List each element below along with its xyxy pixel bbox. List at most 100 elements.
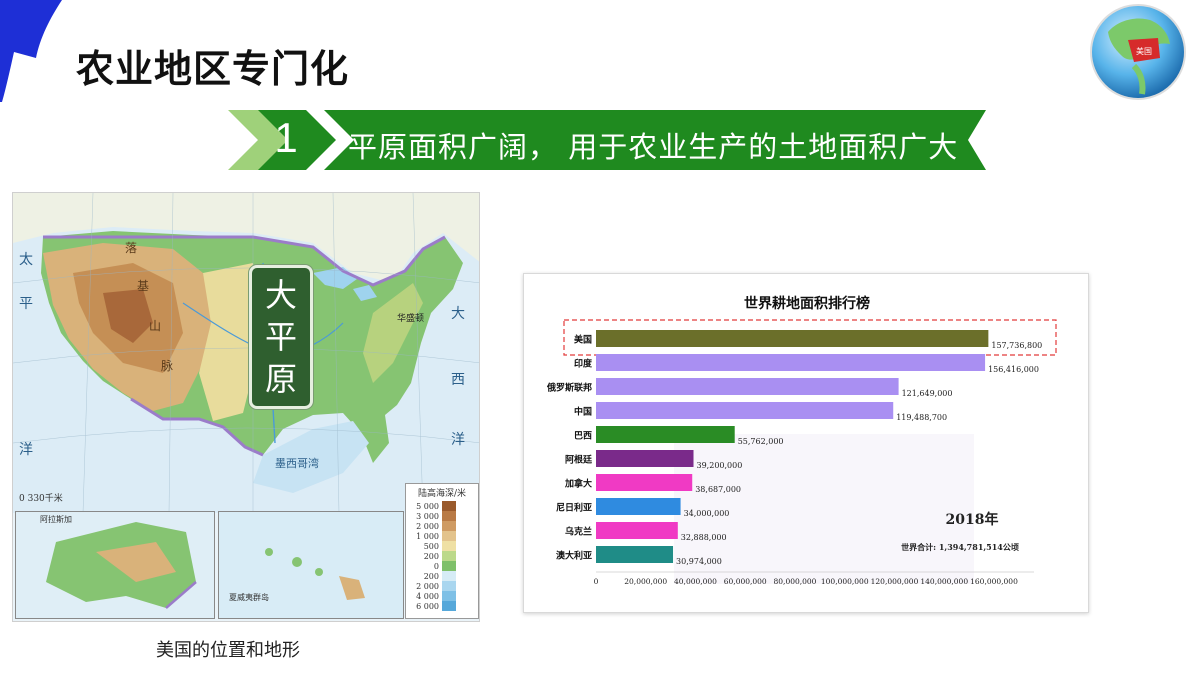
legend-row: 1 000 (406, 531, 478, 541)
bar (596, 402, 894, 419)
x-tick-label: 60,000,000 (724, 577, 767, 586)
legend-value: 2 000 (416, 521, 439, 531)
bar (596, 546, 674, 563)
legend-value: 200 (423, 571, 439, 581)
alaska-label: 阿拉斯加 (40, 515, 72, 524)
legend-swatch (442, 501, 456, 511)
legend-title: 陆高海深/米 (417, 489, 467, 499)
bar-category-label: 阿根廷 (565, 454, 593, 466)
x-tick-label: 20,000,000 (624, 577, 667, 586)
bar-category-label: 俄罗斯联邦 (546, 382, 592, 394)
legend-row: 0 (406, 561, 478, 571)
us-terrain-map: 太 平 洋 大 西 洋 落 基 山 脉 墨西哥湾 华盛顿 大平原 0 330千米… (12, 192, 480, 622)
great-plains-label: 大平原 (249, 265, 313, 409)
map-label: 华盛顿 (397, 314, 425, 324)
bar-value-label: 32,888,000 (681, 533, 727, 542)
bar-category-label: 美国 (574, 334, 592, 346)
bar-category-label: 乌克兰 (565, 526, 592, 538)
legend-swatch (442, 601, 456, 611)
legend-row: 2 000 (406, 581, 478, 591)
legend-swatch (442, 561, 456, 571)
elevation-legend: 陆高海深/米 5 000 3 000 2 000 1 000 500 200 0 200 2 0… (405, 483, 479, 619)
legend-rows: 5 000 3 000 2 000 1 000 500 200 0 200 2 000 4 000… (406, 501, 478, 611)
globe-icon: 美国 (1090, 4, 1186, 100)
bar-category-label: 印度 (574, 358, 593, 370)
legend-value: 3 000 (416, 511, 439, 521)
bar-value-label: 119,488,700 (896, 413, 947, 422)
hawaii-inset: 夏威夷群岛 (218, 511, 404, 619)
x-tick-label: 40,000,000 (674, 577, 717, 586)
legend-swatch (442, 571, 456, 581)
bar-category-label: 巴西 (574, 431, 592, 442)
total-label: 世界合计: 1,394,781,514公顷 (901, 542, 1019, 552)
legend-row: 5 000 (406, 501, 478, 511)
bar-value-label: 156,416,000 (988, 365, 1039, 374)
bar (596, 522, 678, 539)
corner-decoration (0, 0, 62, 102)
map-label: 太 (19, 252, 33, 268)
bar-category-label: 加拿大 (564, 478, 592, 490)
x-tick-label: 160,000,000 (970, 577, 1018, 586)
legend-row: 200 (406, 571, 478, 581)
legend-value: 0 (433, 561, 439, 571)
map-label: 脉 (161, 359, 174, 373)
globe-label: 美国 (1136, 46, 1152, 56)
x-tick-label: 80,000,000 (774, 577, 817, 586)
legend-row: 500 (406, 541, 478, 551)
bar-value-label: 30,974,000 (676, 557, 722, 566)
map-label: 山 (149, 319, 162, 333)
legend-swatch (442, 591, 456, 601)
bar-value-label: 34,000,000 (684, 509, 730, 518)
legend-value: 1 000 (416, 531, 439, 541)
bar (596, 498, 681, 515)
legend-swatch (442, 521, 456, 531)
x-tick-label: 0 (594, 577, 599, 586)
legend-value: 5 000 (416, 501, 439, 511)
map-label: 西 (451, 372, 465, 388)
legend-row: 3 000 (406, 511, 478, 521)
year-label: 2018年 (946, 511, 999, 528)
cropland-ranking-chart: 世界耕地面积排行榜美国 157,736,800 印度 156,416,000 俄罗斯联邦… (523, 273, 1089, 613)
legend-value: 2 000 (416, 581, 439, 591)
banner-number: 1 (274, 114, 298, 161)
map-label: 基 (137, 279, 150, 293)
bar (596, 426, 735, 443)
bar (596, 450, 694, 467)
map-label: 洋 (451, 432, 465, 448)
bar-value-label: 38,687,000 (695, 485, 741, 494)
great-plains-text: 大平原 (265, 276, 298, 398)
chart-svg: 世界耕地面积排行榜美国 157,736,800 印度 156,416,000 俄罗斯联邦… (546, 295, 1057, 586)
map-label: 洋 (19, 442, 33, 458)
bar-value-label: 121,649,000 (902, 389, 953, 398)
bar-category-label: 中国 (574, 406, 592, 418)
legend-row: 200 (406, 551, 478, 561)
legend-swatch (442, 511, 456, 521)
banner-text: 平原面积广阔， 用于农业生产的土地面积广大 (348, 130, 959, 164)
slide-title: 农业地区专门化 (76, 47, 350, 91)
legend-swatch (442, 541, 456, 551)
legend-swatch (442, 531, 456, 541)
x-tick-label: 100,000,000 (821, 577, 869, 586)
map-caption: 美国的位置和地形 (156, 640, 300, 661)
bar-category-label: 澳大利亚 (556, 550, 592, 562)
chart-title: 世界耕地面积排行榜 (744, 295, 870, 312)
x-tick-label: 120,000,000 (871, 577, 919, 586)
legend-value: 500 (423, 541, 439, 551)
map-label: 大 (451, 306, 465, 322)
legend-value: 4 000 (416, 591, 439, 601)
bar-value-label: 39,200,000 (697, 461, 743, 470)
bar-category-label: 尼日利亚 (556, 502, 592, 514)
legend-value: 6 000 (416, 601, 439, 611)
map-label: 墨西哥湾 (275, 457, 319, 470)
alaska-inset: 阿拉斯加 (15, 511, 215, 619)
legend-row: 2 000 (406, 521, 478, 531)
bar-value-label: 157,736,800 (991, 341, 1042, 350)
legend-swatch (442, 581, 456, 591)
legend-row: 6 000 (406, 601, 478, 611)
legend-swatch (442, 551, 456, 561)
bar-value-label: 55,762,000 (738, 437, 784, 446)
bar (596, 354, 986, 371)
x-tick-label: 140,000,000 (920, 577, 968, 586)
legend-row: 4 000 (406, 591, 478, 601)
bar (596, 474, 693, 491)
